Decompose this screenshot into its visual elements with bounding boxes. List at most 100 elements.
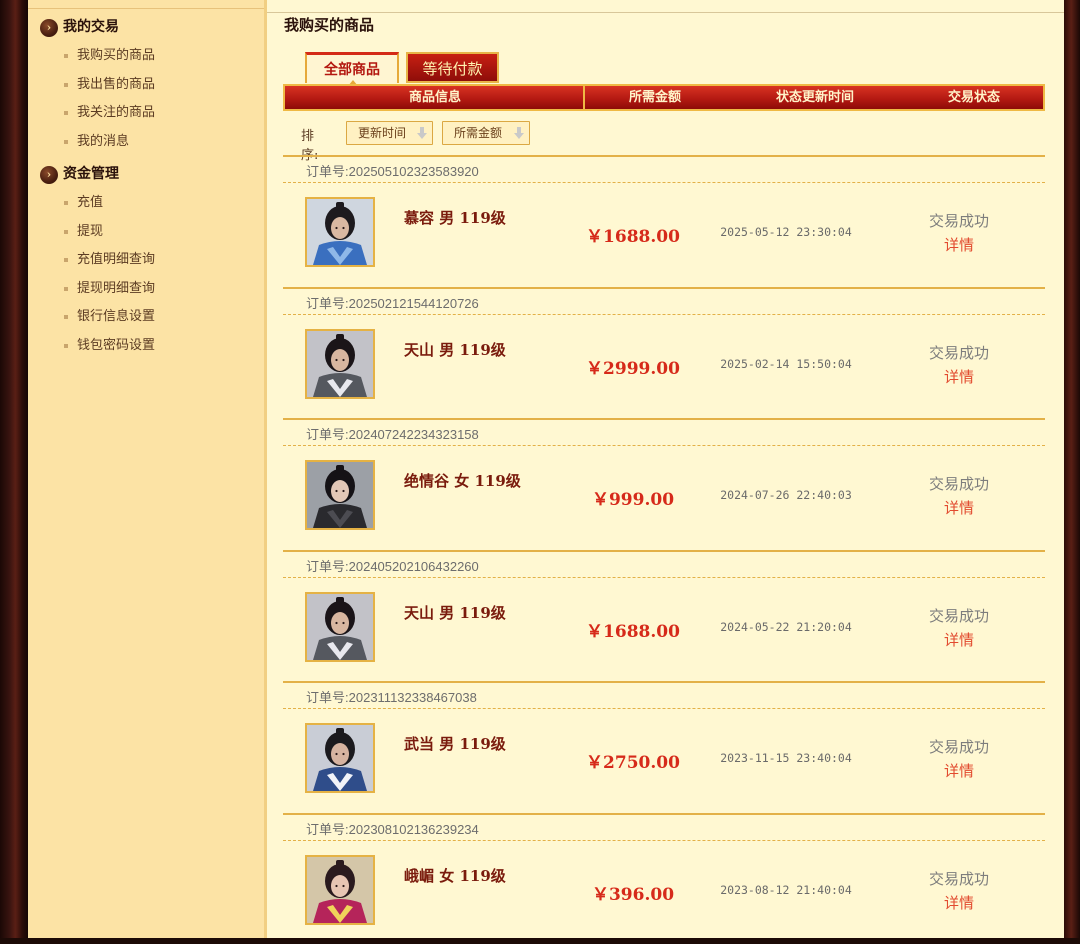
order-price: ￥2750.00	[586, 753, 680, 774]
sidebar-item-label: 提现	[77, 223, 104, 239]
section-bullet-icon	[40, 166, 58, 184]
character-name[interactable]: 峨嵋 女 119级	[404, 865, 506, 886]
sidebar-item-purchased[interactable]: 我购买的商品	[28, 42, 264, 71]
order-update-time: 2025-02-14 15:50:04	[720, 356, 852, 371]
order-status: 交易成功	[928, 212, 989, 230]
order-price: ￥999.00	[591, 490, 675, 511]
order-detail-link[interactable]: 详情	[903, 892, 1015, 913]
order-number-value: 202502121544120726	[348, 295, 479, 311]
order-number: 订单号:202502121544120726	[306, 293, 479, 312]
main-top-divider	[267, 0, 1064, 13]
character-avatar[interactable]	[305, 328, 375, 399]
order-number: 订单号:202407242234323158	[306, 424, 479, 443]
sidebar-item-recharge-history[interactable]: 充值明细查询	[28, 246, 264, 275]
character-avatar[interactable]	[305, 197, 375, 267]
sidebar-section-title: 资金管理	[63, 166, 119, 182]
order-number-label: 订单号:	[306, 164, 349, 179]
order-row: 订单号:202407242234323158 绝情谷 女 119级 ￥999.00 2…	[283, 418, 1045, 549]
sort-by-update-time-button[interactable]: 更新时间	[346, 121, 433, 145]
section-bullet-icon	[40, 19, 58, 37]
order-detail-link[interactable]: 详情	[903, 629, 1015, 650]
sidebar-item-withdraw[interactable]: 提现	[28, 218, 264, 247]
order-number: 订单号:202311132338467038	[306, 687, 477, 706]
sidebar-item-followed[interactable]: 我关注的商品	[28, 99, 264, 128]
order-dashed-divider	[283, 840, 1045, 841]
order-row: 订单号:202502121544120726 天山 男 119级 ￥2999.00 2…	[283, 286, 1045, 418]
order-dashed-divider	[283, 576, 1045, 578]
tab-all-items[interactable]: 全部商品	[305, 52, 399, 86]
main-content: 我购买的商品 全部商品 等待付款 商品信息 所需金额 状态更新时间 交易状态 排…	[267, 0, 1064, 938]
order-update-time: 2024-07-26 22:40:03	[720, 488, 852, 503]
sidebar-item-withdraw-history[interactable]: 提现明细查询	[28, 275, 264, 304]
order-status: 交易成功	[928, 870, 989, 888]
order-detail-link[interactable]: 详情	[903, 760, 1015, 781]
sidebar-item-wallet-password[interactable]: 钱包密码设置	[28, 332, 264, 361]
sort-by-amount-button[interactable]: 所需金额	[442, 121, 530, 145]
order-top-border	[283, 155, 1045, 157]
order-top-border	[283, 549, 1045, 552]
table-header: 商品信息 所需金额 状态更新时间 交易状态	[283, 84, 1045, 111]
sidebar-item-recharge[interactable]: 充值	[28, 189, 264, 218]
order-number-value: 202405202106432260	[348, 558, 479, 574]
order-number-value: 202505102323583920	[348, 164, 479, 179]
arrow-down-icon	[417, 127, 427, 139]
column-header-amount: 所需金额	[628, 90, 681, 105]
character-name[interactable]: 慕容 男 119级	[404, 207, 506, 228]
order-price: ￥396.00	[591, 885, 675, 905]
order-number: 订单号:202505102323583920	[306, 161, 479, 180]
character-avatar[interactable]	[305, 591, 375, 662]
character-name[interactable]: 武当 男 119级	[404, 733, 506, 754]
order-detail-link[interactable]: 详情	[903, 366, 1015, 387]
sidebar-top-divider	[28, 0, 264, 9]
order-update-time: 2024-05-22 21:20:04	[720, 619, 852, 634]
order-number-label: 订单号:	[306, 427, 349, 443]
order-dashed-divider	[283, 708, 1045, 710]
order-number-label: 订单号:	[306, 295, 349, 311]
order-price: ￥2999.00	[586, 358, 680, 379]
order-number-label: 订单号:	[306, 558, 349, 574]
arrow-down-icon	[514, 127, 524, 139]
character-avatar[interactable]	[305, 723, 375, 794]
order-dashed-divider	[283, 445, 1045, 447]
right-frame-border	[1064, 0, 1080, 938]
order-update-time: 2025-05-12 23:30:04	[720, 225, 852, 239]
order-number-value: 202311132338467038	[348, 690, 477, 706]
sidebar-section-my-trades[interactable]: 我的交易	[28, 13, 264, 42]
order-row: 订单号:202405202106432260 天山 男 119级 ￥1688.00 2…	[283, 549, 1045, 681]
sidebar: 我的交易 我购买的商品 我出售的商品 我关注的商品 我的消息 资金管理 充值 提…	[28, 0, 267, 938]
sidebar-item-sold[interactable]: 我出售的商品	[28, 71, 264, 100]
sidebar-item-label: 我出售的商品	[77, 76, 156, 92]
sort-button-label: 更新时间	[358, 126, 407, 140]
column-header-item-info: 商品信息	[408, 90, 461, 105]
character-name[interactable]: 绝情谷 女 119级	[404, 470, 521, 491]
sidebar-section-funds[interactable]: 资金管理	[28, 160, 264, 189]
column-header-update-time: 状态更新时间	[775, 90, 854, 105]
order-number-value: 202407242234323158	[348, 427, 479, 443]
sidebar-item-label: 银行信息设置	[77, 309, 156, 324]
sidebar-item-label: 我购买的商品	[77, 48, 156, 63]
order-number: 订单号:202308102136239234	[306, 819, 479, 838]
order-number: 订单号:202405202106432260	[306, 556, 479, 575]
order-detail-link[interactable]: 详情	[903, 497, 1015, 518]
page-title: 我购买的商品	[284, 16, 375, 34]
character-name[interactable]: 天山 男 119级	[404, 602, 506, 623]
order-top-border	[283, 418, 1045, 421]
order-detail-link[interactable]: 详情	[903, 234, 1015, 255]
sidebar-item-bank-settings[interactable]: 银行信息设置	[28, 303, 264, 332]
order-status: 交易成功	[928, 475, 989, 494]
sidebar-item-label: 提现明细查询	[77, 280, 156, 296]
order-status: 交易成功	[928, 738, 989, 757]
character-avatar[interactable]	[305, 855, 375, 925]
character-name[interactable]: 天山 男 119级	[404, 339, 506, 360]
sidebar-item-label: 我的消息	[77, 133, 130, 149]
order-update-time: 2023-08-12 21:40:04	[720, 883, 852, 897]
sidebar-item-messages[interactable]: 我的消息	[28, 128, 264, 157]
order-status: 交易成功	[928, 343, 989, 362]
order-update-time: 2023-11-15 23:40:04	[720, 751, 852, 766]
character-avatar[interactable]	[305, 460, 375, 531]
tab-pending-payment[interactable]: 等待付款	[406, 52, 499, 83]
sidebar-item-label: 我关注的商品	[77, 105, 156, 120]
order-row: 订单号:202505102323583920 慕容 男 119级 ￥1688.00 2…	[283, 155, 1045, 286]
order-dashed-divider	[283, 182, 1045, 183]
sort-button-label: 所需金额	[454, 126, 503, 140]
